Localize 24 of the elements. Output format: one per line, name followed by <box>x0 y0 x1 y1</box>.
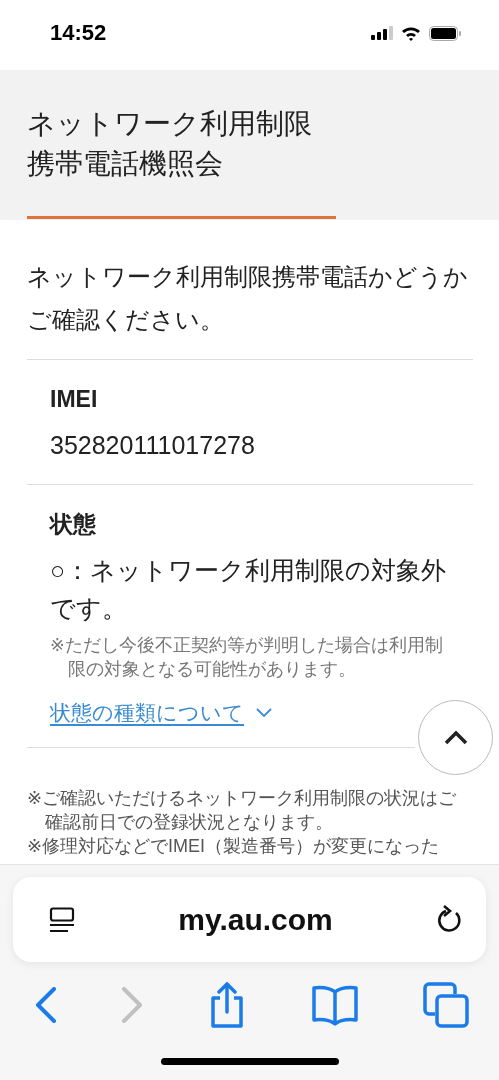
reader-icon <box>49 906 75 933</box>
field-value: 352820111017278 <box>50 430 256 461</box>
chevron-icon <box>256 708 272 718</box>
back-icon[interactable] <box>35 987 57 1023</box>
wifi-icon <box>401 25 421 41</box>
url-text: my.au.com <box>178 902 333 937</box>
signal-icon <box>371 26 393 40</box>
address-bar[interactable]: my.au.com <box>13 877 486 962</box>
page-title: ネットワーク利用制限 <box>27 107 313 141</box>
field-label: IMEI <box>50 385 98 414</box>
page-title: 携帯電話機照会 <box>27 147 224 181</box>
expand-link[interactable]: 状態の種類について <box>50 699 272 727</box>
field-value: ○：ネットワーク利用制限の対象外です。 <box>50 555 448 624</box>
chevron-up-icon <box>442 729 469 746</box>
status-time: 14:52 <box>50 20 107 46</box>
footnote-text: ※ご確認いただけるネットワーク利用制限の状況はご確認前日での登録状況となります。 <box>27 787 458 834</box>
bookmarks-icon[interactable] <box>311 984 359 1026</box>
tabs-icon[interactable] <box>423 982 469 1028</box>
note-text: ※ただし今後不正契約等が判明した場合は利用制限の対象となる可能性があります。 <box>50 634 444 681</box>
intro-text: ネットワーク利用制限携帯電話かどうかご確認ください。 <box>27 220 473 360</box>
reload-icon <box>436 904 464 935</box>
field-label: 状態 <box>50 510 96 539</box>
battery-icon <box>429 25 461 41</box>
footnote-text: ※修理対応などでIMEI（製造番号）が変更になった <box>27 835 441 858</box>
